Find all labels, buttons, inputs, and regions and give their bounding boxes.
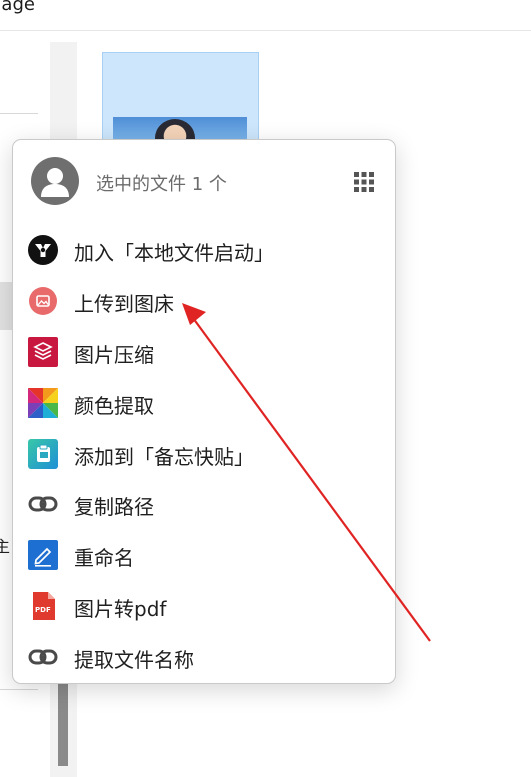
menu-item-label: 上传到图床	[74, 291, 174, 316]
menu-item-image-compress[interactable]: 图片压缩	[13, 326, 395, 377]
menu-item-label: 加入「本地文件启动」	[74, 241, 274, 265]
menu-item-extract-file-names[interactable]: 提取文件名称	[13, 631, 395, 682]
user-avatar-icon[interactable]	[31, 157, 79, 205]
launcher-logo-icon	[28, 235, 58, 265]
pane-item-text[interactable]: 主	[0, 533, 10, 557]
menu-item-label: 重命名	[74, 546, 134, 571]
image-upload-icon	[28, 286, 58, 316]
grid-dots-icon[interactable]	[354, 172, 374, 192]
menu-item-label: 添加到「备忘快贴」	[74, 444, 254, 469]
menu-item-upload-image-host[interactable]: 上传到图床	[13, 275, 395, 326]
menu-item-label: 图片压缩	[74, 342, 154, 367]
pane-divider	[0, 689, 38, 690]
color-palette-icon	[28, 387, 58, 418]
menu-header: 选中的文件 1 个	[13, 140, 395, 224]
menu-item-label: 复制路径	[74, 495, 154, 520]
menu-item-add-to-memo[interactable]: 添加到「备忘快贴」	[13, 428, 395, 479]
clipboard-icon	[28, 438, 58, 469]
menu-item-copy-path[interactable]: 复制路径	[13, 478, 395, 529]
menu-item-add-local-launch[interactable]: 加入「本地文件启动」	[13, 224, 395, 275]
menu-item-label: 图片转pdf	[74, 597, 167, 622]
scrollbar-thumb[interactable]	[58, 684, 68, 766]
menu-item-list: 加入「本地文件启动」 上传到图床 图片压缩 颜色提取 添加到「备忘快贴」 复制路…	[13, 224, 395, 682]
window-titlebar: nage	[0, 0, 531, 31]
pdf-icon: PDF	[28, 591, 58, 621]
menu-item-label: 颜色提取	[74, 393, 154, 418]
pen-icon	[28, 540, 58, 571]
window-title: nage	[0, 0, 35, 15]
menu-item-image-to-pdf[interactable]: PDF 图片转pdf	[13, 580, 395, 631]
link-icon	[28, 489, 58, 519]
context-menu: 选中的文件 1 个 加入「本地文件启动」 上传到图床 图片压缩 颜色提取 添加到…	[12, 139, 396, 684]
selected-nav-indicator	[0, 282, 12, 330]
link-icon	[28, 642, 58, 672]
selection-count-label: 选中的文件 1 个	[96, 174, 227, 195]
menu-item-label: 提取文件名称	[74, 648, 194, 673]
layers-compress-icon	[28, 336, 58, 367]
menu-item-rename[interactable]: 重命名	[13, 529, 395, 580]
menu-item-color-extract[interactable]: 颜色提取	[13, 377, 395, 428]
pane-divider	[0, 113, 38, 114]
svg-text:PDF: PDF	[35, 606, 51, 614]
